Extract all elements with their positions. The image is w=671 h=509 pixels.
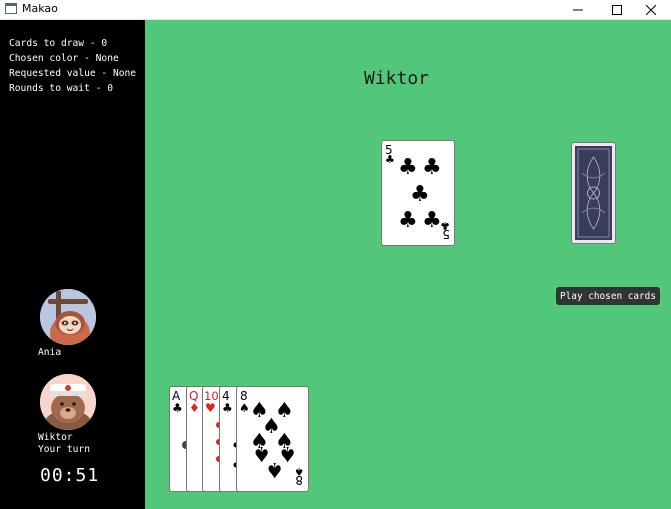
- close-icon: [646, 4, 656, 15]
- minimize-icon: [573, 9, 583, 10]
- requested-value: Requested value - None: [9, 68, 137, 79]
- current-player-name: Wiktor: [364, 68, 430, 89]
- sloth-avatar: [40, 289, 96, 345]
- cards-to-draw: Cards to draw - 0: [9, 38, 108, 49]
- maximize-icon: [612, 4, 622, 15]
- app-icon: [5, 3, 17, 14]
- diamond-icon: ♦: [189, 401, 200, 415]
- chosen-color: Chosen color - None: [9, 53, 119, 64]
- turn-timer: 00:51: [40, 465, 100, 486]
- spade-icon: ♠: [239, 401, 250, 415]
- club-icon: ♣: [385, 153, 395, 166]
- club-icon: ♣: [422, 155, 442, 180]
- player-name-ania: Ania: [38, 347, 62, 358]
- club-icon: ♣: [398, 155, 418, 180]
- close-button[interactable]: [631, 0, 671, 19]
- draw-deck[interactable]: [571, 142, 616, 244]
- sidebar: Cards to draw - 0 Chosen color - None Re…: [0, 20, 145, 509]
- minimize-button[interactable]: [558, 0, 598, 19]
- window-title: Makao: [22, 2, 58, 15]
- club-icon: ♣: [422, 208, 442, 233]
- club-icon: ♣: [398, 208, 418, 233]
- club-icon: ♣: [222, 401, 233, 415]
- player-status-wiktor: Your turn: [38, 444, 90, 455]
- heart-icon: ♥: [205, 401, 216, 415]
- rounds-to-wait: Rounds to wait - 0: [9, 83, 113, 94]
- svg-text:♠: ♠: [278, 442, 297, 466]
- discard-pile-card: 5 ♣ ♣ ♣ ♣ ♣ ♣ 5 ♣: [381, 140, 455, 246]
- svg-text:♠: ♠: [252, 442, 271, 466]
- play-chosen-cards-button[interactable]: Play chosen cards: [556, 287, 660, 305]
- club-icon: ♣: [410, 182, 430, 207]
- hand-card[interactable]: 8 ♠ ♠ ♠ ♠ ♠ ♠ ♠ ♠ ♠ 8 ♠: [236, 386, 309, 492]
- player-name-wiktor: Wiktor: [38, 432, 73, 443]
- club-icon: ♣: [172, 401, 183, 415]
- bear-avatar: [40, 374, 96, 430]
- svg-text:♠: ♠: [294, 465, 304, 478]
- title-bar: Makao: [0, 0, 671, 20]
- club-icon: ♣: [440, 219, 450, 232]
